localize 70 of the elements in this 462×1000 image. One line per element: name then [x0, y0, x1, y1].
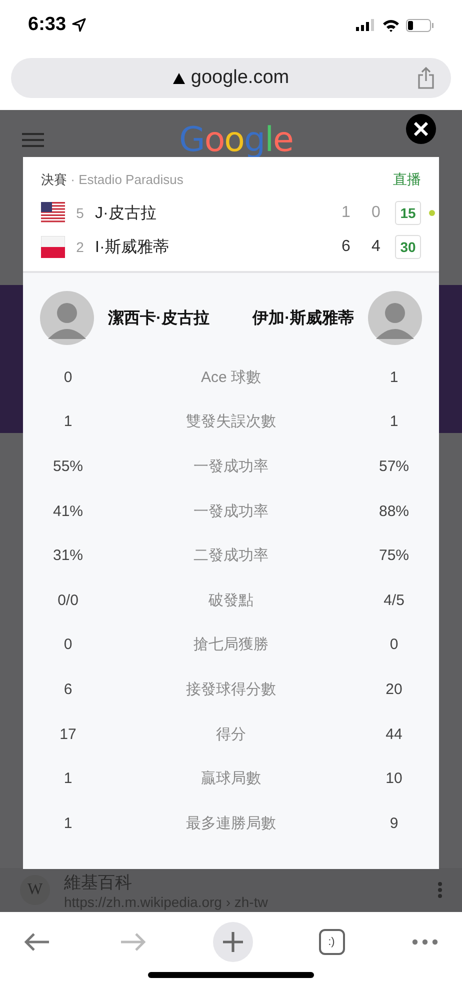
seed-number: 5	[75, 205, 85, 221]
stat-label: 雙發失誤次數	[186, 412, 276, 432]
close-button[interactable]	[406, 114, 436, 144]
game-points: 30	[395, 235, 421, 259]
stat-value: 44	[386, 726, 402, 743]
avatar	[40, 291, 94, 345]
stat-value: 31%	[52, 547, 84, 564]
stat-value: 4/5	[384, 592, 404, 609]
set-score: 4	[370, 238, 382, 256]
stat-value: 1	[64, 814, 72, 832]
stat-value: 0/0	[58, 592, 78, 609]
signal-icon	[356, 19, 376, 31]
stat-label: 搶七局獲勝	[194, 635, 268, 654]
player-name: 伊加·斯威雅蒂	[251, 308, 354, 328]
stat-value: 6	[64, 680, 72, 698]
google-logo: Google	[179, 120, 293, 160]
tabs-button[interactable]: :)	[318, 929, 344, 955]
stat-value: 88%	[378, 502, 410, 520]
stat-value: 1	[390, 413, 398, 430]
address-bar[interactable]: google.com	[11, 58, 451, 98]
stat-label: 得分	[216, 724, 246, 744]
stat-label: 破發點	[208, 590, 254, 610]
menu-icon[interactable]	[22, 132, 44, 148]
seed-number: 2	[75, 239, 85, 255]
flag-icon	[41, 236, 65, 258]
stat-value: 1	[64, 770, 72, 788]
live-link[interactable]: 直播	[393, 171, 421, 189]
share-icon[interactable]	[417, 67, 435, 89]
flag-icon	[41, 202, 65, 224]
stat-label: 一發成功率	[194, 456, 268, 476]
stat-value: 57%	[378, 458, 410, 475]
set-score: 6	[340, 238, 352, 256]
stat-value: 0	[64, 368, 72, 386]
stat-value: 9	[390, 814, 398, 832]
stat-value: 0	[390, 636, 398, 654]
forward-icon	[120, 932, 146, 952]
match-info: 決賽 · Estadio Paradisus	[41, 171, 184, 189]
set-score: 1	[340, 204, 352, 222]
plus-icon	[222, 931, 244, 953]
player-name: J·皮古拉	[95, 204, 158, 224]
stat-value: 20	[386, 680, 402, 698]
warning-icon	[172, 72, 185, 84]
avatar	[368, 291, 422, 345]
stat-label: Ace 球數	[200, 368, 261, 387]
set-score: 0	[370, 204, 382, 222]
player-name: 潔西卡·皮古拉	[108, 308, 210, 328]
game-points: 15	[395, 201, 421, 225]
stat-value: 17	[60, 726, 76, 743]
url-text: google.com	[190, 67, 290, 89]
stat-value: 1	[64, 413, 72, 430]
back-icon	[24, 932, 50, 952]
stat-value: 75%	[378, 547, 410, 564]
battery-icon	[406, 18, 434, 32]
clock-time: 6:33	[28, 14, 66, 36]
close-icon	[414, 122, 428, 136]
more-icon	[412, 939, 438, 945]
stat-label: 最多連勝局數	[186, 814, 276, 833]
player-name: I·斯威雅蒂	[95, 238, 170, 258]
stat-value: 55%	[52, 458, 84, 475]
stat-value: 0	[64, 636, 72, 654]
stat-label: 贏球局數	[201, 769, 261, 788]
location-arrow-icon	[72, 18, 86, 32]
stat-value: 10	[386, 770, 402, 788]
wifi-icon	[382, 18, 400, 32]
stat-label: 二發成功率	[194, 546, 268, 566]
stat-value: 1	[390, 368, 398, 386]
stat-label: 一發成功率	[194, 502, 268, 521]
stat-value: 41%	[52, 502, 84, 520]
stat-label: 接發球得分數	[186, 680, 276, 699]
new-tab-button[interactable]	[213, 922, 253, 962]
